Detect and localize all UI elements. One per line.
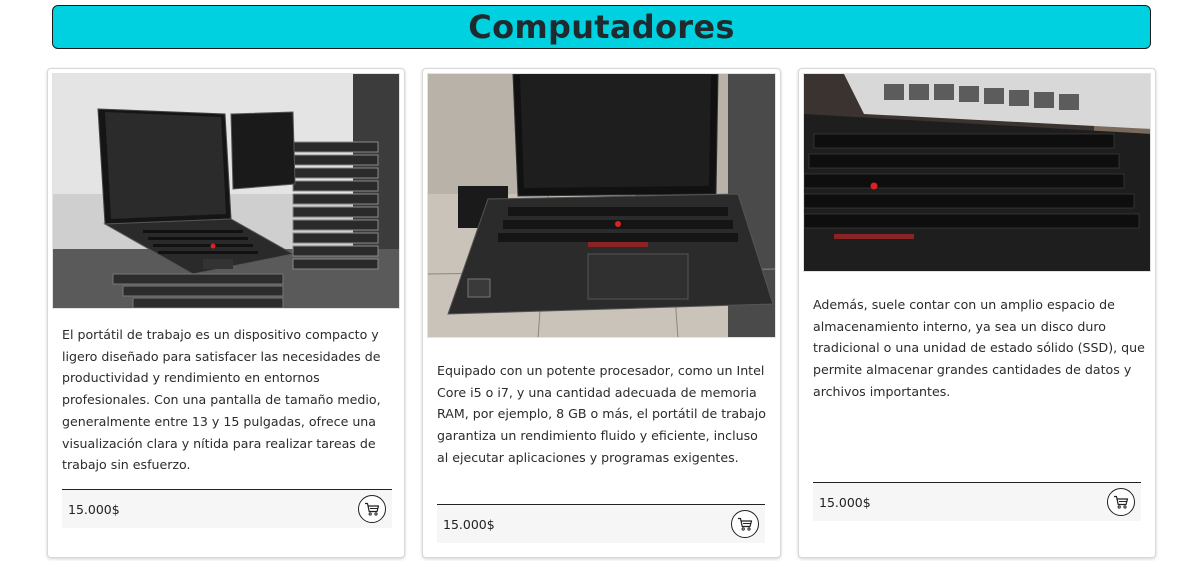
product-description-1: El portátil de trabajo es un dispositivo… [62,327,381,473]
shopping-cart-icon [738,517,753,531]
page-header: Computadores [52,5,1151,49]
product-card-3: Además, suele contar con un amplio espac… [798,68,1156,558]
product-image-1 [52,73,400,309]
page-title: Computadores [468,8,735,46]
price-row-1: 15.000$ [62,489,392,528]
product-card-1: El portátil de trabajo es un dispositivo… [47,68,405,558]
product-price-3: 15.000$ [819,494,871,510]
product-description-2: Equipado con un potente procesador, como… [437,363,766,465]
product-card-2: Equipado con un potente procesador, como… [422,68,781,558]
add-to-cart-button-1[interactable] [358,495,386,523]
price-row-2: 15.000$ [437,504,765,543]
product-image-2 [427,73,776,338]
shopping-cart-icon [1114,495,1129,509]
product-price-1: 15.000$ [68,501,120,517]
product-image-3 [803,73,1151,272]
product-price-2: 15.000$ [443,516,495,532]
price-row-3: 15.000$ [813,482,1141,521]
add-to-cart-button-3[interactable] [1107,488,1135,516]
shopping-cart-icon [365,502,380,516]
add-to-cart-button-2[interactable] [731,510,759,538]
product-description-3: Además, suele contar con un amplio espac… [813,297,1145,399]
